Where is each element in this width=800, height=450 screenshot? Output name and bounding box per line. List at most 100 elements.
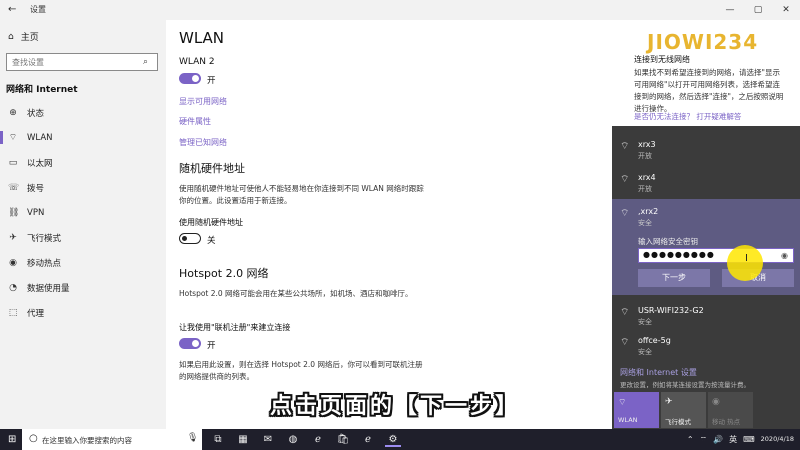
windows-start-icon[interactable]: ⊞ — [8, 434, 16, 445]
text-cursor-icon: I — [745, 253, 748, 264]
keyboard-icon[interactable]: ⌨ — [743, 435, 755, 444]
hotspot-icon: ◉ — [712, 397, 720, 407]
screen: ← 设置 — ▢ ✕ ⌂ 主页 ⌕ 网络和 Internet ⊕ 状态 ⌔ WL… — [0, 0, 800, 450]
taskbar-search[interactable]: ○ 在这里输入你要搜索的内容 🎙 — [22, 429, 202, 450]
quick-action-wlan[interactable]: ⌔ WLAN — [614, 392, 659, 428]
sidebar-item-label: 代理 — [27, 308, 45, 319]
taskbar-date: 2020/4/18 — [760, 435, 794, 443]
manage-known-networks-link[interactable]: 管理已知网络 — [179, 137, 227, 148]
taskbar-clock[interactable]: 2020/4/18 — [761, 435, 794, 444]
microphone-icon[interactable]: 🎙 — [187, 433, 198, 443]
video-subtitle: 点击页面的【下一步】 — [270, 394, 521, 419]
help-links: 是否仍无法连接？ 打开疑难解答 — [634, 111, 741, 122]
mail-icon[interactable]: ✉ — [260, 432, 276, 447]
random-hw-state: 关 — [207, 236, 216, 246]
sidebar-home[interactable]: ⌂ 主页 — [8, 30, 39, 44]
sidebar-item-status[interactable]: ⊕ 状态 — [0, 100, 166, 125]
airplane-icon: ✈ — [9, 232, 17, 243]
sidebar-item-label: WLAN — [27, 132, 53, 143]
close-button[interactable]: ✕ — [772, 0, 800, 20]
network-item-xrx4[interactable]: ⌔ xrx4 开放 — [612, 163, 800, 199]
wlan2-label: WLAN 2 — [179, 57, 215, 67]
help-title: 连接到无线网络 — [634, 55, 690, 64]
taskbar-apps: ⧉ ▦ ✉ ◍ ℯ 🛍 ℯ ⚙ — [210, 432, 401, 447]
wifi-icon: ⌔ — [8, 133, 18, 143]
show-available-networks-link[interactable]: 显示可用网络 — [179, 96, 227, 107]
hotspot-heading: Hotspot 2.0 网络 — [179, 267, 269, 280]
next-button[interactable]: 下一步 — [638, 269, 710, 287]
sidebar-item-label: 飞行模式 — [27, 233, 62, 244]
quick-action-label: 飞行模式 — [665, 418, 691, 426]
network-tray-icon[interactable]: ⌔ — [700, 435, 708, 445]
sidebar-item-proxy[interactable]: ⬚ 代理 — [0, 300, 166, 325]
search-icon[interactable]: ⌕ — [143, 57, 148, 67]
maximize-button[interactable]: ▢ — [744, 0, 772, 20]
task-view-icon[interactable]: ⧉ — [210, 432, 226, 447]
store-icon[interactable]: 🛍 — [335, 432, 351, 447]
network-settings-link[interactable]: 网络和 Internet 设置 — [620, 367, 697, 378]
wlan2-toggle[interactable] — [179, 73, 201, 84]
network-item-offce-5g[interactable]: ⌔ offce-5g 安全 — [612, 326, 800, 362]
network-item-xrx3[interactable]: ⌔ xrx3 开放 — [612, 130, 800, 166]
window-controls: — ▢ ✕ — [716, 0, 800, 20]
hardware-properties-link[interactable]: 硬件属性 — [179, 116, 211, 127]
settings-sidebar: ⌂ 主页 ⌕ 网络和 Internet ⊕ 状态 ⌔ WLAN ▭ 以太网 ☏ … — [0, 20, 166, 429]
wifi-icon: ⌔ — [620, 141, 630, 152]
ethernet-icon: ▭ — [8, 157, 18, 168]
quick-action-label: 移动 热点 — [712, 418, 741, 426]
network-status: 开放 — [638, 185, 652, 193]
page-title: WLAN — [179, 29, 225, 47]
sidebar-item-label: 以太网 — [27, 158, 53, 169]
minimize-button[interactable]: — — [716, 0, 744, 20]
globe-icon: ⊕ — [9, 107, 17, 118]
wifi-secure-icon: ⌔ — [620, 208, 630, 219]
settings-search-input[interactable] — [6, 53, 158, 71]
file-explorer-icon[interactable]: ▦ — [235, 432, 251, 447]
back-arrow-icon[interactable]: ← — [8, 3, 22, 17]
random-hw-description: 使用随机硬件地址可使他人不能轻易地在你连接到不同 WLAN 网络时跟踪你的位置。… — [179, 184, 424, 205]
sidebar-item-hotspot[interactable]: ◉ 移动热点 — [0, 250, 166, 275]
network-flyout: ⌔ xrx3 开放 ⌔ xrx4 开放 ⌔ ,xrx2 安全 输入网络安全密钥 … — [612, 126, 800, 429]
security-key-label: 输入网络安全密钥 — [638, 237, 698, 246]
random-hw-toggle-label: 使用随机硬件地址 — [179, 218, 243, 227]
network-status: 安全 — [638, 219, 652, 227]
sidebar-item-airplane[interactable]: ✈ 飞行模式 — [0, 225, 166, 250]
sidebar-nav: ⊕ 状态 ⌔ WLAN ▭ 以太网 ☏ 拨号 ⛓ VPN ✈ 飞行模式 ◉ 移动… — [0, 100, 166, 325]
quick-action-hotspot[interactable]: ◉ 移动 热点 — [708, 392, 753, 428]
data-usage-icon: ◔ — [9, 282, 17, 293]
network-name: USR-WIFI232-G2 — [638, 306, 704, 315]
random-hw-toggle[interactable] — [179, 233, 201, 244]
hotspot-icon: ◉ — [9, 257, 17, 268]
security-key-input[interactable]: ●●●●●●●●● ◉ — [638, 248, 794, 263]
security-key-value: ●●●●●●●●● — [643, 250, 715, 259]
hotspot-toggle[interactable] — [179, 338, 201, 349]
window-titlebar: ← 设置 — ▢ ✕ — [0, 0, 800, 20]
sidebar-item-vpn[interactable]: ⛓ VPN — [0, 200, 166, 225]
quick-action-airplane[interactable]: ✈ 飞行模式 — [661, 392, 706, 428]
qq-icon[interactable]: ◍ — [285, 432, 301, 447]
watermark-logo: JIOWI234 — [647, 30, 759, 54]
reveal-password-icon[interactable]: ◉ — [781, 250, 788, 262]
sidebar-item-dialup[interactable]: ☏ 拨号 — [0, 175, 166, 200]
help-panel: JIOWI234 连接到无线网络 如果找不到希望连接到的网络，请选择"显示可用网… — [612, 20, 800, 126]
sidebar-item-wlan[interactable]: ⌔ WLAN — [0, 125, 166, 150]
wifi-icon: ⌔ — [620, 174, 630, 185]
network-status: 安全 — [638, 348, 652, 356]
random-hw-heading: 随机硬件地址 — [179, 162, 245, 175]
still-cannot-connect-link[interactable]: 是否仍无法连接？ — [634, 112, 694, 121]
home-icon: ⌂ — [8, 31, 14, 42]
sidebar-item-ethernet[interactable]: ▭ 以太网 — [0, 150, 166, 175]
open-troubleshooter-link[interactable]: 打开疑难解答 — [696, 112, 741, 121]
sidebar-item-label: 拨号 — [27, 183, 45, 194]
edge-icon[interactable]: ℯ — [310, 432, 326, 447]
taskbar: ⊞ ○ 在这里输入你要搜索的内容 🎙 ⧉ ▦ ✉ ◍ ℯ 🛍 ℯ ⚙ ⌃ ⌔ 🔊… — [0, 429, 800, 450]
volume-icon[interactable]: 🔊 — [713, 435, 723, 444]
input-method-icon[interactable]: 英 — [729, 434, 737, 445]
ie-icon[interactable]: ℯ — [360, 432, 376, 447]
dialup-icon: ☏ — [8, 182, 20, 193]
sidebar-item-label: VPN — [27, 207, 45, 218]
show-hidden-icons-icon[interactable]: ⌃ — [687, 435, 694, 444]
airplane-icon: ✈ — [665, 397, 673, 407]
settings-gear-icon[interactable]: ⚙ — [385, 432, 401, 447]
sidebar-item-data-usage[interactable]: ◔ 数据使用量 — [0, 275, 166, 300]
